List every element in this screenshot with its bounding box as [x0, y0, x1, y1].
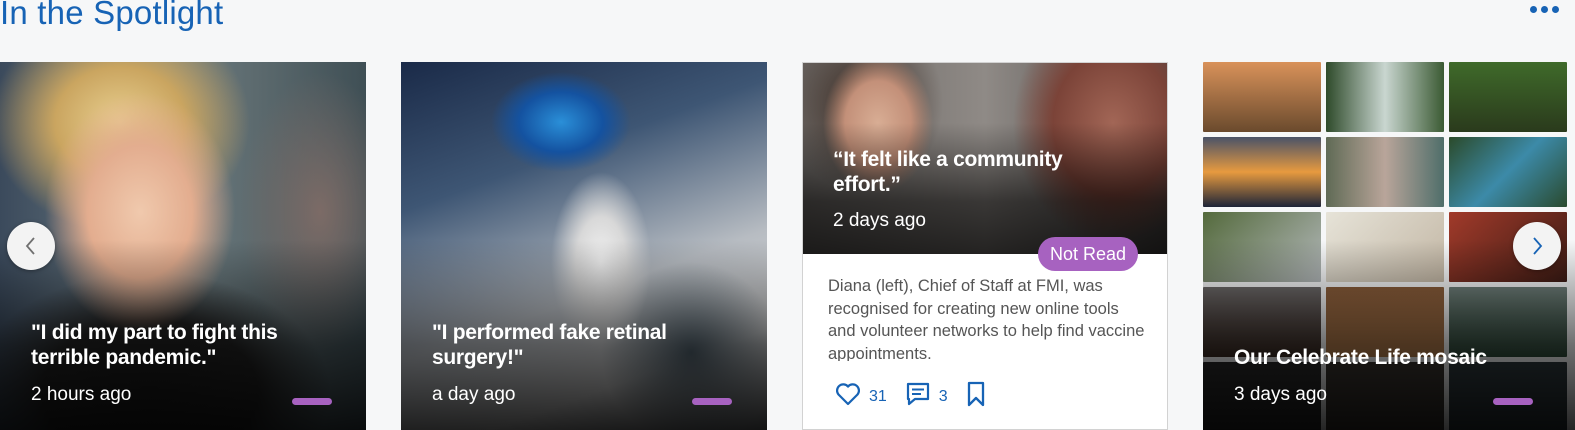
- heart-icon[interactable]: [835, 382, 861, 411]
- not-read-badge: Not Read: [1038, 237, 1139, 271]
- chevron-right-icon: [1533, 237, 1543, 255]
- card-headline: “It felt like a community effort.”: [833, 148, 1063, 196]
- chevron-left-icon: [25, 237, 35, 255]
- card-timestamp: 3 days ago: [1234, 384, 1327, 405]
- card-timestamp: a day ago: [432, 384, 516, 405]
- card-headline: Our Celebrate Life mosaic: [1234, 346, 1487, 369]
- unread-indicator: [292, 398, 332, 405]
- card-timestamp: 2 days ago: [833, 210, 926, 231]
- carousel-next-button[interactable]: [1513, 222, 1561, 270]
- card-actions: 31 3: [835, 381, 986, 412]
- unread-indicator: [692, 398, 732, 405]
- card-headline: "I did my part to fight this terrible pa…: [31, 321, 278, 369]
- comment-icon[interactable]: [905, 381, 931, 412]
- comment-count: 3: [938, 387, 948, 405]
- section-title: In the Spotlight: [0, 0, 224, 31]
- card-headline: "I performed fake retinal surgery!": [432, 321, 667, 369]
- unread-indicator: [1493, 398, 1533, 405]
- bookmark-icon[interactable]: [966, 381, 986, 412]
- spotlight-card-2[interactable]: "I performed fake retinal surgery!" a da…: [401, 62, 767, 430]
- like-count: 31: [869, 387, 887, 405]
- more-dots-icon[interactable]: [1530, 6, 1562, 16]
- carousel-prev-button[interactable]: [7, 222, 55, 270]
- spotlight-card-3[interactable]: “It felt like a community effort.” 2 day…: [802, 62, 1168, 430]
- card-timestamp: 2 hours ago: [31, 384, 132, 405]
- card-description: Diana (left), Chief of Staff at FMI, was…: [828, 277, 1145, 361]
